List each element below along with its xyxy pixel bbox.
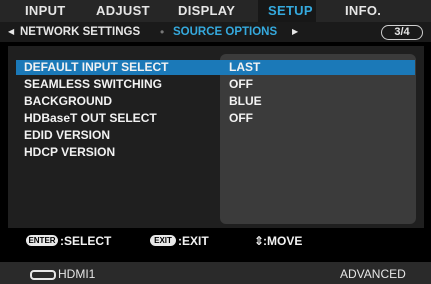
input-source-label: HDMI1 <box>58 267 96 281</box>
setting-value: OFF <box>229 111 253 125</box>
exit-key-icon: EXIT <box>150 235 176 246</box>
tab-setup[interactable]: SETUP <box>268 3 313 18</box>
exit-key-label: :EXIT <box>178 234 209 248</box>
enter-key-label: :SELECT <box>60 234 112 248</box>
submenu-bar: ◀ NETWORK SETTINGS • SOURCE OPTIONS ▶ <box>0 22 431 42</box>
setting-value: OFF <box>229 77 253 91</box>
key-guide: ENTER :SELECT EXIT :EXIT ⇕ :MOVE <box>0 231 431 251</box>
setting-label: HDBaseT OUT SELECT <box>24 111 157 125</box>
setting-row-hdcp-version[interactable]: HDCP VERSION <box>16 145 415 160</box>
setting-row-hdbaset-out-select[interactable]: HDBaseT OUT SELECT OFF <box>16 111 415 126</box>
setting-row-default-input-select[interactable]: DEFAULT INPUT SELECT LAST <box>16 60 415 75</box>
setting-label: DEFAULT INPUT SELECT <box>24 60 169 74</box>
main-menu-bar: INPUT ADJUST DISPLAY SETUP INFO. <box>0 0 431 22</box>
hdmi-connector-icon <box>30 270 56 280</box>
enter-key-icon: ENTER <box>26 235 58 246</box>
setting-value: BLUE <box>229 94 262 108</box>
setting-row-edid-version[interactable]: EDID VERSION <box>16 128 415 143</box>
submenu-right-arrow-icon[interactable]: ▶ <box>292 27 298 36</box>
status-bar: HDMI1 ADVANCED <box>0 262 431 284</box>
setting-label: BACKGROUND <box>24 94 112 108</box>
setting-label: SEAMLESS SWITCHING <box>24 77 163 91</box>
tab-info[interactable]: INFO. <box>345 3 381 18</box>
menu-mode-label: ADVANCED <box>340 267 406 281</box>
tab-display[interactable]: DISPLAY <box>178 3 235 18</box>
setting-value: LAST <box>229 60 261 74</box>
submenu-separator: • <box>160 25 165 39</box>
tab-input[interactable]: INPUT <box>25 3 66 18</box>
setting-row-background[interactable]: BACKGROUND BLUE <box>16 94 415 109</box>
page-indicator: 3/4 <box>381 25 423 40</box>
submenu-network-settings[interactable]: NETWORK SETTINGS <box>20 26 140 38</box>
setting-row-seamless-switching[interactable]: SEAMLESS SWITCHING OFF <box>16 77 415 92</box>
setting-label: EDID VERSION <box>24 128 111 142</box>
move-key-label: :MOVE <box>263 234 303 248</box>
submenu-left-arrow-icon[interactable]: ◀ <box>8 27 14 36</box>
setting-label: HDCP VERSION <box>24 145 116 159</box>
submenu-source-options[interactable]: SOURCE OPTIONS <box>173 26 277 38</box>
tab-adjust[interactable]: ADJUST <box>96 3 150 18</box>
